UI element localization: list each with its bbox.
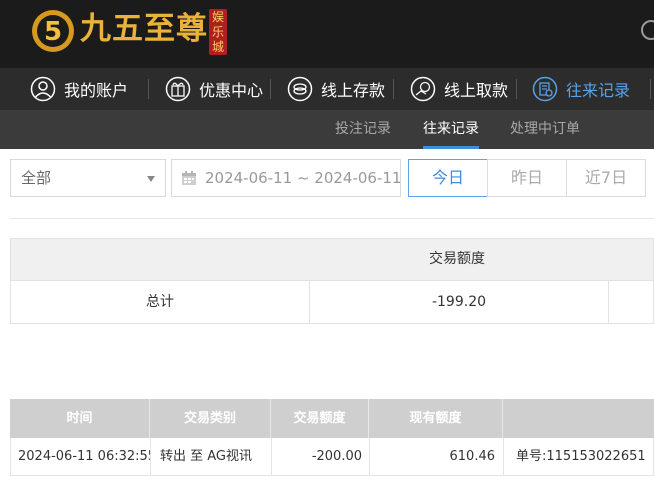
- gift-icon: [165, 76, 191, 102]
- row-balance: 610.46: [449, 449, 496, 464]
- nav-item-promotions[interactable]: 优惠中心: [165, 68, 263, 110]
- nav-item-label: 线上存款: [321, 81, 386, 100]
- cell-divider: [608, 281, 609, 323]
- row-time: 2024-06-11 06:32:55: [18, 449, 150, 464]
- nav-item-label: 往来记录: [566, 81, 631, 100]
- divider: [10, 218, 654, 219]
- chevron-down-icon: [147, 176, 155, 182]
- col-note: [503, 399, 654, 438]
- tab-bet-records[interactable]: 投注记录: [335, 110, 391, 149]
- tab-transaction-records[interactable]: 往来记录: [423, 110, 479, 149]
- sub-nav: 投注记录 往来记录 处理中订单: [0, 110, 654, 149]
- svg-text:5: 5: [44, 17, 62, 47]
- last-7-days-button[interactable]: 近7日: [566, 159, 646, 197]
- nav-item-label: 线上取款: [444, 81, 509, 100]
- records-table-header: 时间 交易类别 交易额度 现有额度: [10, 399, 654, 438]
- account-circle-icon[interactable]: [641, 20, 654, 40]
- nav-divider: [270, 79, 271, 99]
- withdraw-icon: [410, 76, 436, 102]
- nav-item-deposit[interactable]: 线上存款: [287, 68, 385, 110]
- type-select[interactable]: 全部: [10, 159, 166, 197]
- row-amount: -200.00: [311, 449, 362, 464]
- total-label: 总计: [146, 294, 174, 310]
- col-type: 交易类别: [183, 411, 236, 426]
- tab-pending-orders[interactable]: 处理中订单: [510, 110, 580, 149]
- calendar-icon: [182, 171, 196, 185]
- records-icon: [532, 76, 558, 102]
- yesterday-button[interactable]: 昨日: [487, 159, 567, 197]
- table-row: 2024-06-11 06:32:55 转出 至 AG视讯 -200.00 61…: [10, 438, 654, 476]
- brand-name: 九五至尊: [80, 11, 208, 47]
- type-select-value: 全部: [21, 169, 52, 187]
- cell-divider: [503, 438, 504, 475]
- date-range-input[interactable]: 2024-06-11 ~ 2024-06-11: [171, 159, 401, 197]
- nav-divider: [148, 79, 149, 99]
- nav-divider: [650, 79, 651, 99]
- nav-divider: [393, 79, 394, 99]
- nav-item-withdraw[interactable]: 线上取款: [410, 68, 508, 110]
- nav-item-label: 优惠中心: [199, 81, 264, 100]
- nav-item-account[interactable]: 我的账户: [30, 68, 128, 110]
- col-time: 时间: [66, 411, 93, 426]
- brand-badge: 娱乐城: [209, 9, 227, 55]
- nav-item-label: 我的账户: [64, 81, 129, 100]
- main-nav: 我的账户 优惠中心 线上存款 线上取款 往来记录: [0, 68, 654, 110]
- summary-column-header: 交易额度: [429, 251, 485, 267]
- row-type: 转出 至 AG视讯: [160, 449, 253, 464]
- date-range-value: 2024-06-11 ~ 2024-06-11: [205, 169, 401, 187]
- five-coin-logo-icon: 5: [32, 10, 74, 52]
- col-balance: 现有额度: [409, 411, 462, 426]
- col-amount: 交易额度: [293, 411, 346, 426]
- deposit-icon: [287, 76, 313, 102]
- site-header: 5 九五至尊 娱乐城: [0, 0, 654, 68]
- total-value: -199.20: [431, 294, 487, 310]
- today-button[interactable]: 今日: [408, 159, 488, 197]
- row-note: 单号:115153022651: [516, 449, 646, 464]
- nav-divider: [516, 79, 517, 99]
- user-icon: [30, 76, 56, 102]
- cell-divider: [150, 438, 151, 475]
- nav-item-records[interactable]: 往来记录: [532, 68, 630, 110]
- summary-total-row: 总计 -199.20: [10, 281, 654, 324]
- summary-header: 交易额度: [10, 238, 654, 281]
